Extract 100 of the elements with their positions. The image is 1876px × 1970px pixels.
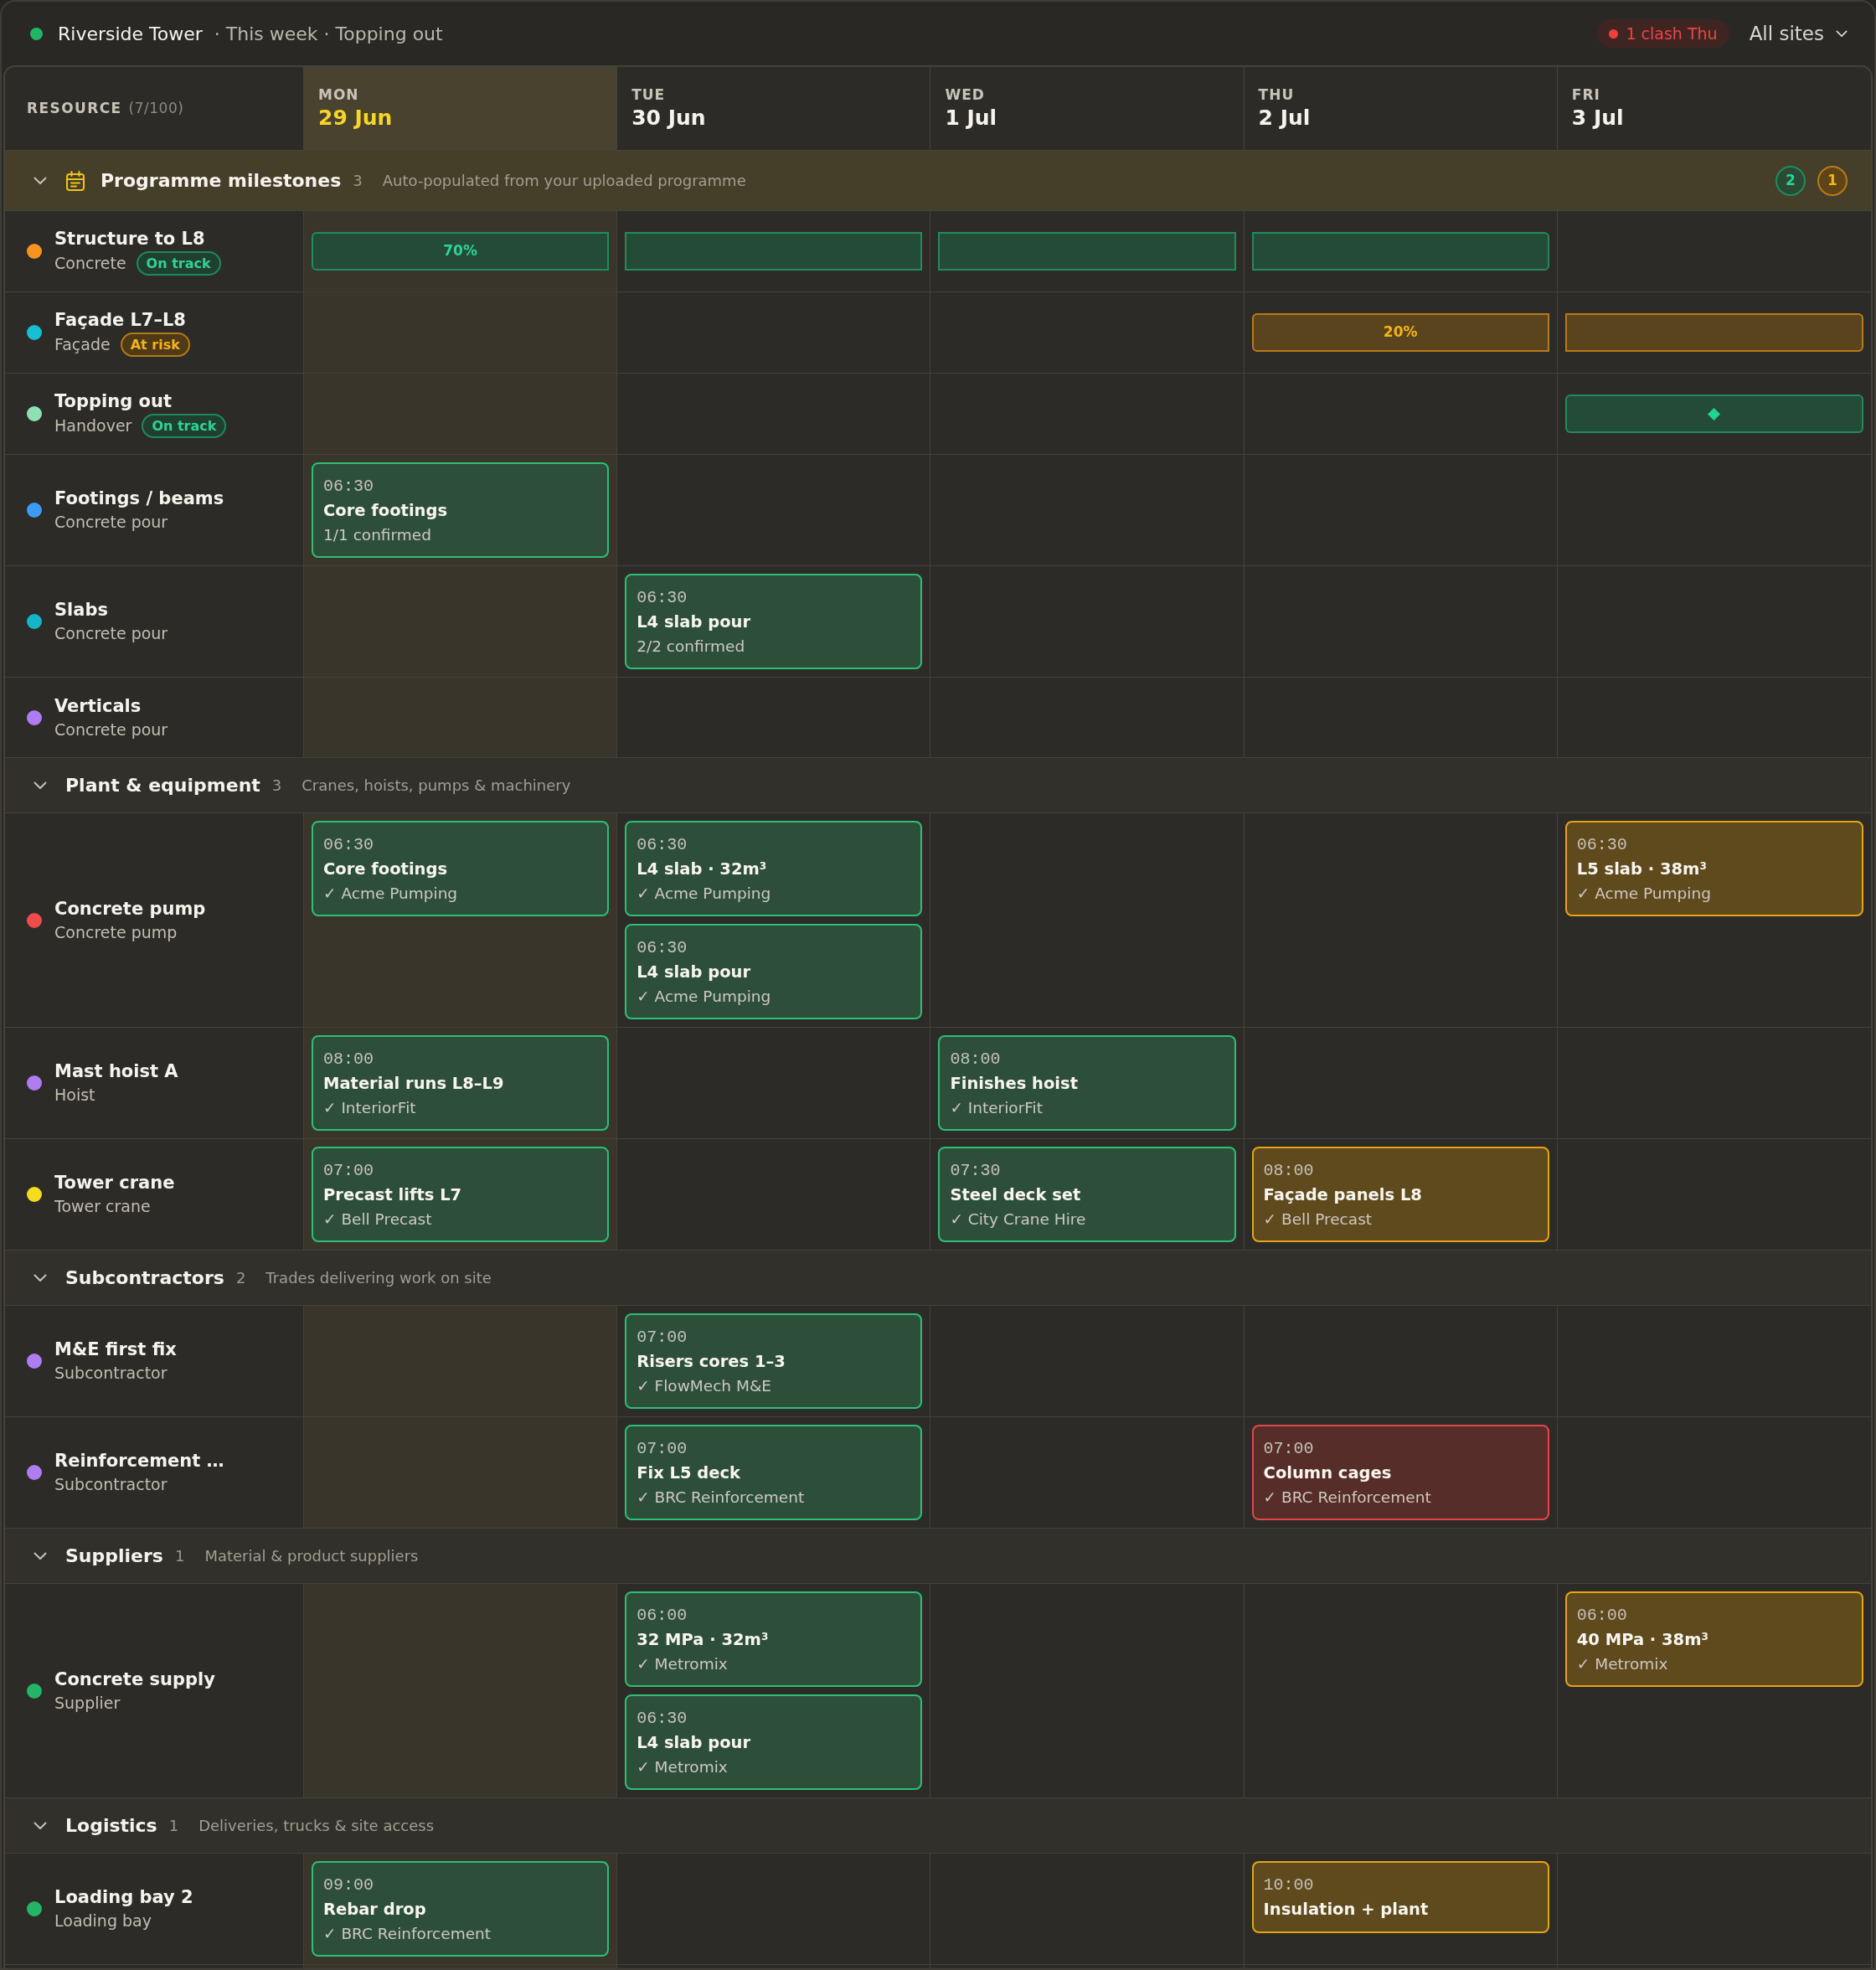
event-card[interactable]: 08:00 Façade panels L8 ✓ Bell Precast [1251,1147,1549,1242]
resource-type: Handover [54,415,132,436]
event-title: Steel deck set [950,1184,1082,1206]
event-title: Core footings [323,859,449,880]
event-detail: ✓ Bell Precast [1263,1209,1374,1230]
event-detail: ✓ BRC Reinforcement [1263,1488,1432,1508]
event-card[interactable]: 07:30 Steel deck set ✓ City Crane Hire [938,1147,1236,1242]
event-card[interactable]: 07:00 Risers cores 1–3 ✓ FlowMech M&E [625,1313,923,1409]
event-detail: ✓ Metromix [1576,1654,1669,1674]
event-card[interactable]: 07:00 Precast lifts L7 ✓ Bell Precast [312,1147,610,1242]
event-detail: ✓ Bell Precast [323,1209,433,1230]
group-name: Programme milestones [100,169,342,193]
milestone-bar[interactable] [1251,232,1549,271]
resource-name: Concrete supply [54,1668,215,1691]
milestone-bar[interactable] [625,232,923,271]
event-card[interactable]: 08:00 Material runs L8–L9 ✓ InteriorFit [312,1035,610,1131]
event-card[interactable]: 06:30 Core footings ✓ Acme Pumping [312,821,610,916]
event-title: Fix L5 deck [636,1462,742,1484]
milestone-bar[interactable]: 20% [1251,313,1549,352]
event-title: Façade panels L8 [1263,1184,1423,1206]
event-title: 32 MPa · 32m$^{3}$ [636,1629,770,1651]
day-date: 2 Jul [1258,104,1312,132]
event-detail: ✓ FlowMech M&E [636,1376,772,1396]
group-description: Trades delivering work on site [265,1268,492,1288]
event-time: 08:00 [323,1049,374,1070]
count-badge: 2 [1776,165,1806,196]
site-filter-dropdown[interactable]: All sites [1744,18,1853,49]
status-tag: At risk [120,333,190,357]
event-time: 09:00 [323,1875,374,1896]
event-detail: ✓ InteriorFit [950,1098,1044,1118]
resource-type: Concrete pump [54,921,178,943]
resource-type: Loading bay [54,1911,152,1931]
day-name: MON [318,85,360,104]
project-subtitle: · This week · Topping out [214,22,443,46]
day-name: TUE [631,85,667,104]
event-title: Risers cores 1–3 [636,1351,786,1373]
event-time: 10:00 [1263,1875,1315,1896]
event-card[interactable]: 06:30 L4 slab pour 2/2 confirmed [625,574,923,669]
event-title: L4 slab pour [636,1732,752,1754]
resource-count: (7/100) [128,98,184,118]
group-description: Auto-populated from your uploaded programme [382,171,746,191]
resource-name: Verticals [54,694,142,718]
event-detail: ✓ BRC Reinforcement [636,1488,806,1508]
event-time: 07:00 [636,1438,688,1460]
event-card[interactable]: 06:30 L4 slab pour ✓ Metromix [625,1694,923,1790]
resource-name: Reinforcement … [54,1450,224,1472]
group-header[interactable]: Suppliers 1 Material & product suppliers [5,1529,1871,1584]
event-title: Column cages [1263,1462,1393,1484]
milestone-bar[interactable] [1564,395,1863,433]
milestone-bar[interactable] [1564,313,1863,352]
resource-type: Supplier [54,1692,121,1714]
group-header[interactable]: Programme milestones 3 Auto-populated from your uploaded programme 2 1 [5,151,1871,211]
resource-type: Subcontractor [54,1474,168,1495]
event-detail: ✓ BRC Reinforcement [323,1924,492,1944]
group-header[interactable]: Logistics 1 Deliveries, trucks & site access [5,1798,1871,1854]
event-time: 07:00 [1263,1438,1315,1460]
clash-alert-button[interactable]: 1 clash Thu [1597,19,1729,48]
group-header[interactable]: Plant & equipment 3 Cranes, hoists, pumps & machinery [5,758,1871,813]
group-name: Suppliers [65,1545,163,1568]
event-card[interactable]: 06:30 L4 slab pour ✓ Acme Pumping [625,924,923,1019]
event-title: Insulation + plant [1263,1899,1430,1921]
resource-name: Structure to L8 [54,228,206,250]
event-time: 08:00 [1263,1160,1315,1182]
day-name: THU [1258,85,1296,104]
resource-name: Footings / beams [54,487,224,510]
project-title: Riverside Tower [58,22,203,46]
milestone-bar[interactable]: 70% [312,232,610,271]
resource-name: Tower crane [54,1172,175,1194]
event-time: 06:30 [636,834,688,856]
event-detail: ✓ InteriorFit [323,1098,417,1118]
event-card[interactable]: 08:00 Finishes hoist ✓ InteriorFit [938,1035,1236,1131]
group-count: 2 [235,1268,246,1288]
resource-name: Loading bay 2 [54,1886,193,1909]
event-card[interactable]: 06:30 L4 slab · 32m$^{3}$ ✓ Acme Pumping [625,821,923,916]
resource-name: Concrete pump [54,897,206,921]
event-time: 07:00 [636,1327,688,1349]
event-time: 06:00 [636,1605,688,1627]
status-tag: On track [142,414,227,438]
day-name: FRI [1571,85,1601,104]
event-card[interactable]: 06:00 32 MPa · 32m$^{3}$ ✓ Metromix [625,1591,923,1687]
group-name: Plant & equipment [65,774,260,797]
event-card[interactable]: 10:00 Insulation + plant [1251,1861,1549,1933]
event-card[interactable]: 06:30 L5 slab · 38m$^{3}$ ✓ Acme Pumping [1564,821,1863,916]
resource-name: Mast hoist A [54,1060,178,1083]
group-count: 1 [174,1546,185,1566]
resource-type: Concrete pour [54,719,168,740]
dot-icon [1609,28,1619,39]
event-card[interactable]: 07:00 Column cages ✓ BRC Reinforcement [1251,1425,1549,1520]
event-time: 08:00 [950,1049,1002,1070]
event-card[interactable]: 06:00 40 MPa · 38m$^{3}$ ✓ Metromix [1564,1591,1863,1687]
event-card[interactable]: 06:30 Core footings 1/1 confirmed [312,462,610,558]
group-header[interactable]: Subcontractors 2 Trades delivering work on site [5,1251,1871,1306]
event-detail: ✓ Acme Pumping [636,987,772,1007]
status-tag: On track [136,251,221,276]
event-title: Finishes hoist [950,1073,1079,1095]
milestone-bar[interactable] [938,232,1236,271]
event-card[interactable]: 07:00 Fix L5 deck ✓ BRC Reinforcement [625,1425,923,1520]
column-header-label: RESOURCE [27,98,122,118]
day-date: 1 Jul [945,104,998,132]
event-card[interactable]: 09:00 Rebar drop ✓ BRC Reinforcement [312,1861,610,1957]
